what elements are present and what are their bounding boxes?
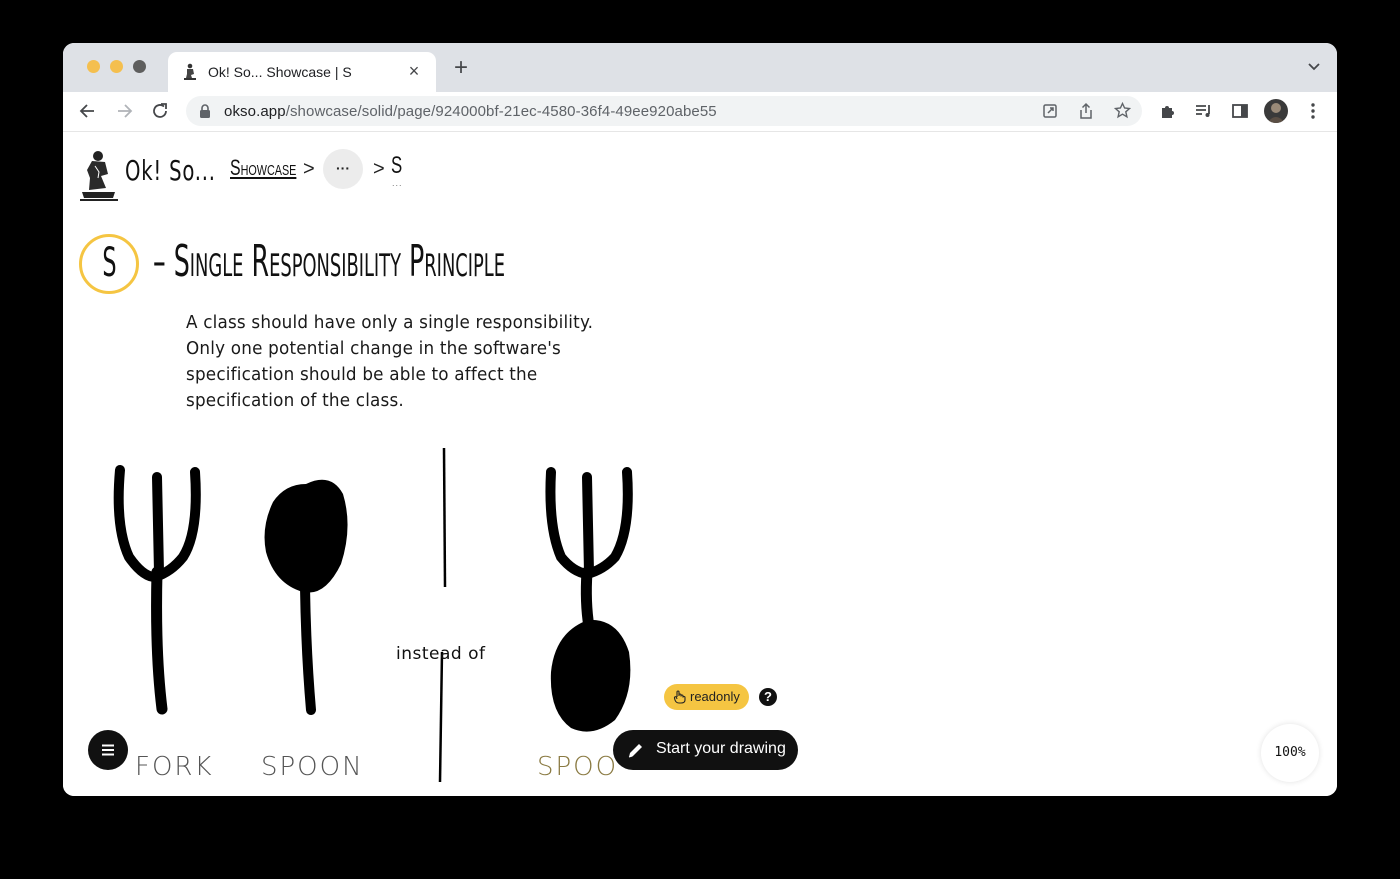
fork-drawing	[113, 465, 201, 715]
spoon-drawing	[264, 479, 348, 715]
spork-drawing	[545, 467, 633, 732]
url-host: okso.app	[224, 103, 286, 120]
browser-menu-kebab-icon[interactable]	[1303, 101, 1323, 121]
principle-description: A class should have only a single respon…	[186, 310, 637, 414]
thinker-logo-icon[interactable]	[79, 148, 119, 204]
description-line: Only one potential change in the softwar…	[186, 339, 562, 359]
profile-avatar-icon	[1267, 103, 1285, 123]
browser-toolbar: okso.app/showcase/solid/page/924000bf-21…	[63, 92, 1337, 132]
instead-of-label: instead of	[396, 644, 486, 664]
readonly-badge[interactable]: readonly	[664, 684, 749, 710]
tab-search-chevron-icon[interactable]	[1307, 61, 1321, 73]
page-content: Ok! So... Showcase > ··· > S ... S – Sin…	[63, 132, 1337, 796]
share-icon[interactable]	[1078, 102, 1094, 120]
window-close-button[interactable]	[87, 60, 100, 73]
open-in-app-icon[interactable]	[1042, 103, 1058, 119]
url-text[interactable]: okso.app/showcase/solid/page/924000bf-21…	[224, 103, 717, 120]
help-button[interactable]: ?	[759, 688, 777, 706]
back-arrow-icon[interactable]	[78, 101, 98, 121]
breadcrumb-current-subtitle: ...	[392, 178, 403, 188]
tab-strip: Ok! So... Showcase | S × +	[63, 43, 1337, 92]
address-bar[interactable]: okso.app/showcase/solid/page/924000bf-21…	[186, 96, 1142, 126]
hamburger-menu-icon	[102, 744, 114, 756]
principle-badge-letter: S	[101, 240, 117, 286]
start-drawing-label: Start your drawing	[656, 740, 786, 757]
browser-tab-active[interactable]: Ok! So... Showcase | S ×	[168, 52, 436, 92]
tab-title: Ok! So... Showcase | S	[208, 64, 352, 80]
url-path: /showcase/solid/page/924000bf-21ec-4580-…	[285, 103, 717, 120]
app-name[interactable]: Ok! So...	[125, 154, 216, 187]
tab-close-icon[interactable]: ×	[404, 61, 424, 81]
thinker-favicon-icon	[184, 63, 196, 80]
readonly-label: readonly	[690, 689, 740, 704]
description-line: A class should have only a single respon…	[186, 313, 594, 333]
browser-window: Ok! So... Showcase | S × + okso.app/show…	[63, 43, 1337, 796]
description-line: specification should be able to affect t…	[186, 365, 538, 385]
breadcrumb-showcase-link[interactable]: Showcase	[230, 155, 296, 181]
extensions-puzzle-icon[interactable]	[1158, 101, 1178, 121]
breadcrumb-current: S	[391, 152, 403, 179]
main-menu-button[interactable]	[88, 730, 128, 770]
divider-line-bottom	[438, 651, 444, 783]
pencil-icon	[628, 744, 642, 758]
breadcrumb-separator: >	[303, 158, 315, 180]
bookmark-star-icon[interactable]	[1114, 102, 1131, 119]
side-panel-icon[interactable]	[1230, 101, 1250, 121]
media-queue-icon[interactable]	[1194, 101, 1214, 121]
fork-label: FORK	[135, 752, 214, 782]
forward-arrow-icon[interactable]	[114, 101, 134, 121]
divider-line-top	[442, 447, 447, 588]
spork-label: SPOON	[537, 752, 617, 782]
zoom-level-button[interactable]: 100%	[1261, 724, 1319, 782]
page-title: – Single Responsibility Principle	[153, 236, 506, 287]
spoon-label: SPOON	[261, 752, 364, 782]
breadcrumb-separator: >	[373, 158, 385, 180]
reload-icon[interactable]	[150, 101, 170, 121]
new-tab-button[interactable]: +	[449, 56, 473, 81]
breadcrumb-more-button[interactable]: ···	[323, 149, 363, 189]
principle-badge: S	[79, 234, 139, 294]
description-line: specification of the class.	[186, 391, 404, 411]
lock-icon[interactable]	[199, 104, 211, 118]
profile-avatar[interactable]	[1264, 99, 1288, 123]
start-drawing-button[interactable]: Start your drawing	[613, 730, 798, 770]
window-minimize-button[interactable]	[110, 60, 123, 73]
window-maximize-button[interactable]	[133, 60, 146, 73]
hand-pointer-icon	[673, 690, 686, 704]
